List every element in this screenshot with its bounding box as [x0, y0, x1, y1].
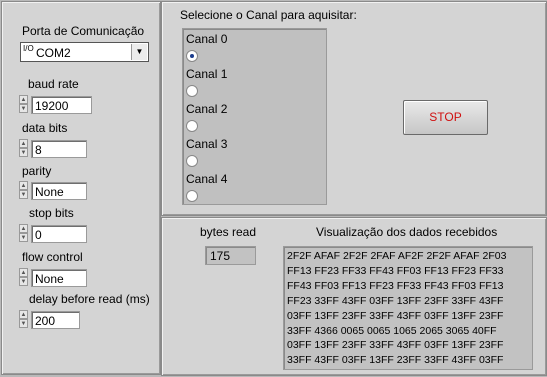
data-bits-label: data bits — [22, 121, 68, 135]
data-bits-input[interactable]: 8 — [31, 140, 87, 158]
data-panel: bytes read 175 Visualização dos dados re… — [161, 217, 547, 376]
stop-bits-stepper[interactable]: ▲ ▼ — [19, 224, 28, 243]
decrement-icon[interactable]: ▼ — [19, 148, 28, 157]
parity-input[interactable]: None — [31, 182, 87, 200]
data-line: 33FF 4366 0065 0065 1065 2065 3065 40FF — [287, 324, 497, 337]
data-line: FF23 33FF 43FF 03FF 13FF 23FF 33FF 43FF — [287, 294, 504, 307]
channel-0-label: Canal 0 — [186, 32, 228, 46]
decrement-icon[interactable]: ▼ — [19, 190, 28, 199]
delay-stepper[interactable]: ▲ ▼ — [19, 310, 28, 329]
port-label: Porta de Comunicação — [22, 24, 145, 38]
stop-bits-input[interactable]: 0 — [31, 225, 87, 243]
decrement-icon[interactable]: ▼ — [19, 277, 28, 286]
delay-input[interactable]: 200 — [31, 311, 80, 329]
channel-4-radio[interactable] — [186, 190, 198, 202]
data-bits-stepper[interactable]: ▲ ▼ — [19, 139, 28, 158]
increment-icon[interactable]: ▲ — [19, 139, 28, 148]
channel-2-label: Canal 2 — [186, 102, 228, 116]
flow-control-label: flow control — [22, 250, 83, 264]
decrement-icon[interactable]: ▼ — [19, 319, 28, 328]
delay-label: delay before read (ms) — [29, 292, 150, 306]
baud-label: baud rate — [28, 77, 79, 91]
baud-input[interactable]: 19200 — [31, 96, 92, 114]
serial-config-panel: Porta de Comunicação I/O COM2 ▼ baud rat… — [1, 1, 161, 375]
channel-2-radio[interactable] — [186, 120, 198, 132]
parity-label: parity — [22, 164, 52, 178]
port-value: COM2 — [36, 46, 71, 60]
port-select[interactable]: I/O COM2 ▼ — [20, 42, 149, 62]
channel-radio-group: Canal 0 Canal 1 Canal 2 Canal 3 Canal 4 — [182, 28, 327, 205]
increment-icon[interactable]: ▲ — [19, 224, 28, 233]
flow-control-input[interactable]: None — [31, 269, 87, 287]
channel-3-radio[interactable] — [186, 155, 198, 167]
channel-3-label: Canal 3 — [186, 137, 228, 151]
chevron-down-icon[interactable]: ▼ — [131, 44, 147, 60]
data-line: 33FF 43FF 03FF 13FF 23FF 33FF 43FF 03FF — [287, 354, 504, 367]
channel-0-radio[interactable] — [186, 50, 198, 62]
baud-stepper[interactable]: ▲ ▼ — [19, 95, 28, 114]
data-title: Visualização dos dados recebidos — [316, 225, 498, 239]
increment-icon[interactable]: ▲ — [19, 95, 28, 104]
channel-1-radio[interactable] — [186, 85, 198, 97]
stop-button[interactable]: STOP — [403, 100, 488, 135]
increment-icon[interactable]: ▲ — [19, 310, 28, 319]
stop-bits-label: stop bits — [29, 206, 74, 220]
data-line: FF13 FF23 FF33 FF43 FF03 FF13 FF23 FF33 — [287, 264, 504, 277]
bytes-read-label: bytes read — [200, 225, 257, 239]
flow-control-stepper[interactable]: ▲ ▼ — [19, 268, 28, 287]
data-line: 2F2F AFAF 2F2F 2FAF AF2F 2F2F AFAF 2F03 — [287, 250, 507, 262]
received-data-display[interactable]: 2F2F AFAF 2F2F 2FAF AF2F 2F2F AFAF 2F03 … — [283, 246, 533, 370]
data-line: FF43 FF03 FF13 FF23 FF33 FF43 FF03 FF13 — [287, 279, 504, 292]
channel-1-label: Canal 1 — [186, 67, 228, 81]
increment-icon[interactable]: ▲ — [19, 181, 28, 190]
io-icon: I/O — [23, 44, 34, 53]
channel-title: Selecione o Canal para aquisitar: — [180, 8, 357, 22]
data-line: 03FF 13FF 23FF 33FF 43FF 03FF 13FF 23FF — [287, 339, 504, 352]
data-line: 03FF 13FF 23FF 33FF 43FF 03FF 13FF 23FF — [287, 309, 504, 322]
channel-4-label: Canal 4 — [186, 172, 228, 186]
parity-stepper[interactable]: ▲ ▼ — [19, 181, 28, 200]
bytes-read-value: 175 — [205, 246, 256, 265]
decrement-icon[interactable]: ▼ — [19, 233, 28, 242]
channel-panel: Selecione o Canal para aquisitar: Canal … — [161, 1, 547, 216]
decrement-icon[interactable]: ▼ — [19, 104, 28, 113]
increment-icon[interactable]: ▲ — [19, 268, 28, 277]
